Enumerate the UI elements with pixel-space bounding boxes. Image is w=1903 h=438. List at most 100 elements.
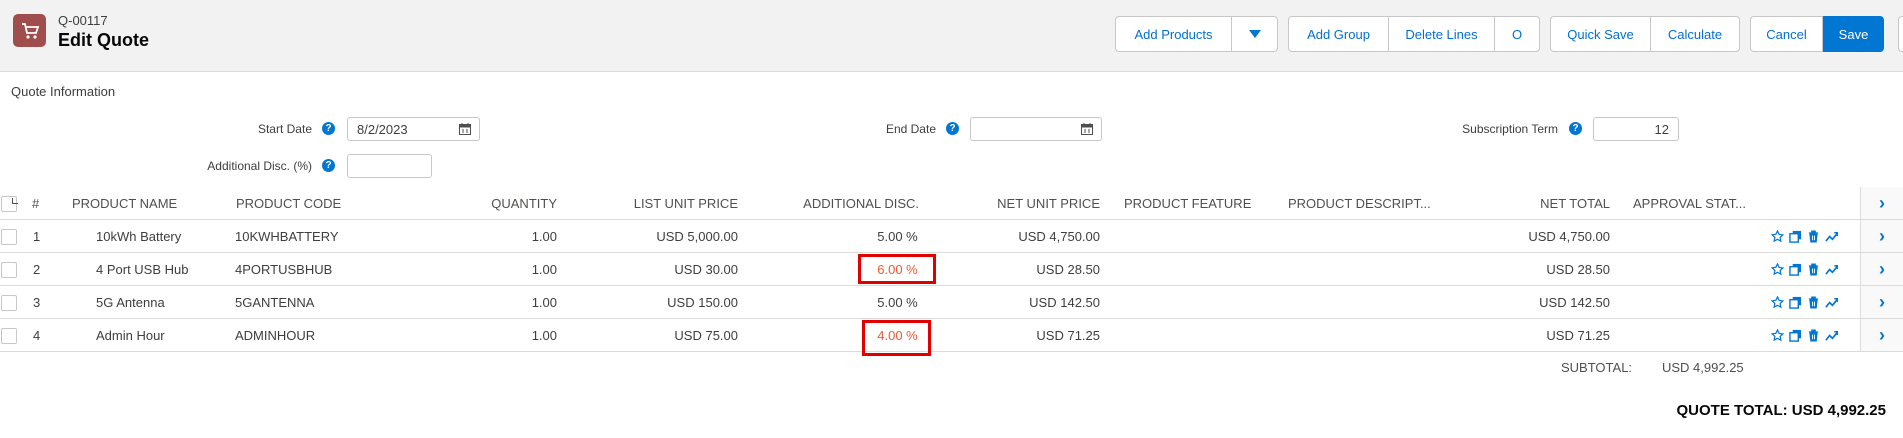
circle-button[interactable]: O: [1495, 16, 1540, 52]
quote-id: Q-00117: [58, 13, 108, 28]
end-date-field[interactable]: [970, 117, 1102, 141]
section-title: Quote Information: [11, 84, 116, 99]
additional-disc-field[interactable]: [347, 154, 432, 178]
col-number: #: [32, 196, 40, 211]
net-total: USD 28.50: [1546, 262, 1610, 277]
chevron-right-icon[interactable]: ›: [1879, 325, 1885, 346]
star-icon[interactable]: [1770, 296, 1784, 310]
col-product-description[interactable]: PRODUCT DESCRIPT...: [1288, 187, 1431, 220]
row-number: 4: [33, 328, 41, 343]
chevron-right-icon[interactable]: ›: [1879, 259, 1885, 280]
row-checkbox[interactable]: [1, 229, 17, 245]
net-total: USD 71.25: [1546, 328, 1610, 343]
product-code: ADMINHOUR: [235, 328, 316, 343]
product-name[interactable]: 4 Port USB Hub: [96, 253, 189, 286]
subtotal-label: SUBTOTAL:: [1561, 360, 1633, 375]
calculate-button[interactable]: Calculate: [1651, 16, 1740, 52]
start-date-field[interactable]: 8/2/2023: [347, 117, 480, 141]
start-date-value: 8/2/2023: [357, 121, 408, 137]
row-expand-cell[interactable]: ›: [1860, 253, 1903, 286]
product-name[interactable]: 10kWh Battery: [96, 220, 181, 253]
row-expand-cell[interactable]: ›: [1860, 220, 1903, 253]
col-list-unit-price[interactable]: LIST UNIT PRICE: [600, 187, 738, 220]
row-number: 1: [33, 229, 41, 244]
row-number: 3: [33, 295, 41, 310]
row-checkbox[interactable]: [1, 328, 17, 344]
product-name[interactable]: 5G Antenna: [96, 286, 165, 319]
chevron-right-icon[interactable]: ›: [1879, 292, 1885, 313]
col-additional-disc[interactable]: ADDITIONAL DISC.: [770, 187, 919, 220]
row-checkbox[interactable]: [1, 295, 17, 311]
trend-icon[interactable]: [1824, 329, 1838, 343]
quick-save-button[interactable]: Quick Save: [1550, 16, 1651, 52]
clone-icon[interactable]: [1788, 263, 1802, 277]
calendar-icon[interactable]: [459, 123, 471, 135]
subscription-term-field[interactable]: 12: [1593, 117, 1679, 141]
row-expand-cell[interactable]: ›: [1860, 319, 1903, 352]
net-unit-price: USD 4,750.00: [1018, 229, 1100, 244]
clone-icon[interactable]: [1788, 329, 1802, 343]
col-product-feature[interactable]: PRODUCT FEATURE: [1124, 187, 1251, 220]
quantity[interactable]: 1.00: [460, 286, 557, 319]
col-product-code[interactable]: PRODUCT CODE: [236, 187, 341, 220]
table-row[interactable]: 3 5G Antenna 5GANTENNA 1.00 USD 150.00 5…: [0, 286, 1860, 319]
net-total: USD 4,750.00: [1528, 229, 1610, 244]
quantity[interactable]: 1.00: [460, 319, 557, 352]
expand-all-column[interactable]: ›: [1860, 187, 1903, 220]
net-unit-price: USD 28.50: [1036, 262, 1100, 277]
additional-disc-label: Additional Disc. (%): [207, 159, 312, 173]
clone-icon[interactable]: [1788, 230, 1802, 244]
save-button[interactable]: Save: [1823, 16, 1884, 52]
cart-icon: [13, 14, 46, 47]
trash-icon[interactable]: [1806, 230, 1820, 244]
star-icon[interactable]: [1770, 263, 1784, 277]
col-quantity[interactable]: QUANTITY: [460, 187, 557, 220]
chevron-right-icon[interactable]: ›: [1879, 193, 1885, 214]
quantity[interactable]: 1.00: [460, 220, 557, 253]
chevron-right-icon[interactable]: ›: [1879, 226, 1885, 247]
star-icon[interactable]: [1770, 230, 1784, 244]
cancel-button[interactable]: Cancel: [1750, 16, 1823, 52]
highlight-box: [862, 320, 931, 356]
trash-icon[interactable]: [1806, 296, 1820, 310]
trash-icon[interactable]: [1806, 329, 1820, 343]
trend-icon[interactable]: [1824, 296, 1838, 310]
help-icon[interactable]: ?: [322, 122, 335, 135]
trend-icon[interactable]: [1824, 230, 1838, 244]
trend-icon[interactable]: [1824, 263, 1838, 277]
quote-total: QUOTE TOTAL: USD 4,992.25: [1676, 402, 1887, 419]
select-all-dropdown-indicator[interactable]: [12, 198, 18, 204]
help-icon[interactable]: ?: [322, 159, 335, 172]
end-date-label: End Date: [885, 122, 936, 136]
clone-icon[interactable]: [1788, 296, 1802, 310]
row-checkbox[interactable]: [1, 262, 17, 278]
col-net-total[interactable]: NET TOTAL: [1460, 187, 1610, 220]
col-approval-status[interactable]: APPROVAL STAT...: [1633, 187, 1746, 220]
row-expand-cell[interactable]: ›: [1860, 286, 1903, 319]
list-unit-price: USD 5,000.00: [656, 229, 738, 244]
table-header: # PRODUCT NAME PRODUCT CODE QUANTITY LIS…: [0, 187, 1860, 220]
add-products-menu-button[interactable]: [1231, 16, 1278, 52]
page-header: Q-00117 Edit Quote Add Products Add Grou…: [0, 0, 1903, 72]
table-row[interactable]: 1 10kWh Battery 10KWHBATTERY 1.00 USD 5,…: [0, 220, 1860, 253]
delete-lines-button[interactable]: Delete Lines: [1389, 16, 1495, 52]
col-product-name[interactable]: PRODUCT NAME: [72, 187, 177, 220]
calendar-icon[interactable]: [1081, 123, 1093, 135]
help-icon[interactable]: ?: [1569, 122, 1582, 135]
list-unit-price: USD 75.00: [674, 328, 738, 343]
subtotal-value: USD 4,992.25: [1662, 360, 1744, 375]
star-icon[interactable]: [1770, 329, 1784, 343]
additional-disc[interactable]: 5.00 %: [860, 220, 935, 253]
add-products-button[interactable]: Add Products: [1115, 16, 1232, 52]
highlight-box: [858, 254, 936, 284]
start-date-label: Start Date: [257, 122, 312, 136]
add-group-button[interactable]: Add Group: [1288, 16, 1389, 52]
net-unit-price: USD 71.25: [1036, 328, 1100, 343]
additional-disc[interactable]: 5.00 %: [860, 286, 935, 319]
overflow-edge: [1898, 16, 1903, 52]
help-icon[interactable]: ?: [946, 122, 959, 135]
trash-icon[interactable]: [1806, 263, 1820, 277]
product-name[interactable]: Admin Hour: [96, 319, 165, 352]
quantity[interactable]: 1.00: [460, 253, 557, 286]
col-net-unit-price[interactable]: NET UNIT PRICE: [960, 187, 1100, 220]
